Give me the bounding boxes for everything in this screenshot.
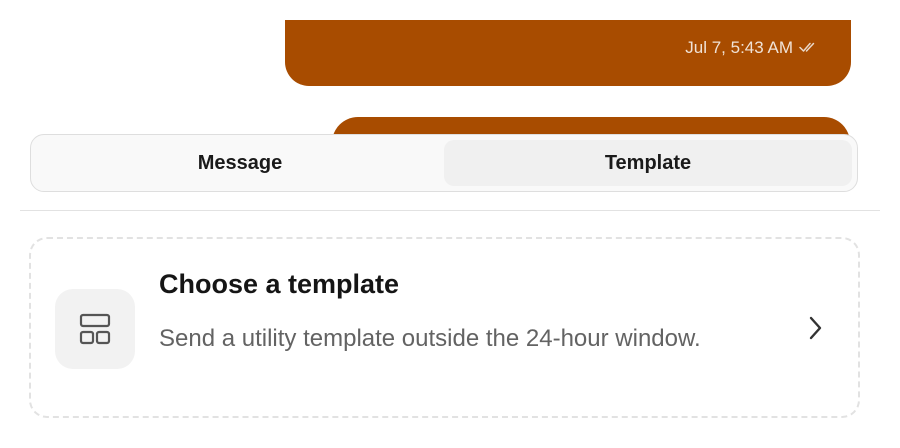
message-timestamp: Jul 7, 5:43 AM [685,38,793,57]
message-meta: Jul 7, 5:43 AM [685,38,819,58]
chevron-right-icon [808,315,824,346]
card-title: Choose a template [159,269,400,299]
compose-mode-tabs: Message Template [30,134,858,192]
outgoing-message-bubble[interactable]: Jul 7, 5:43 AM [285,20,851,86]
tab-message[interactable]: Message [36,140,444,186]
tab-template[interactable]: Template [444,140,852,186]
layout-template-icon [55,289,135,369]
double-check-icon [799,38,819,58]
choose-template-card[interactable]: Choose a template Send a utility templat… [29,237,860,418]
card-description: Send a utility template outside the 24-h… [159,325,701,352]
divider [20,210,880,211]
